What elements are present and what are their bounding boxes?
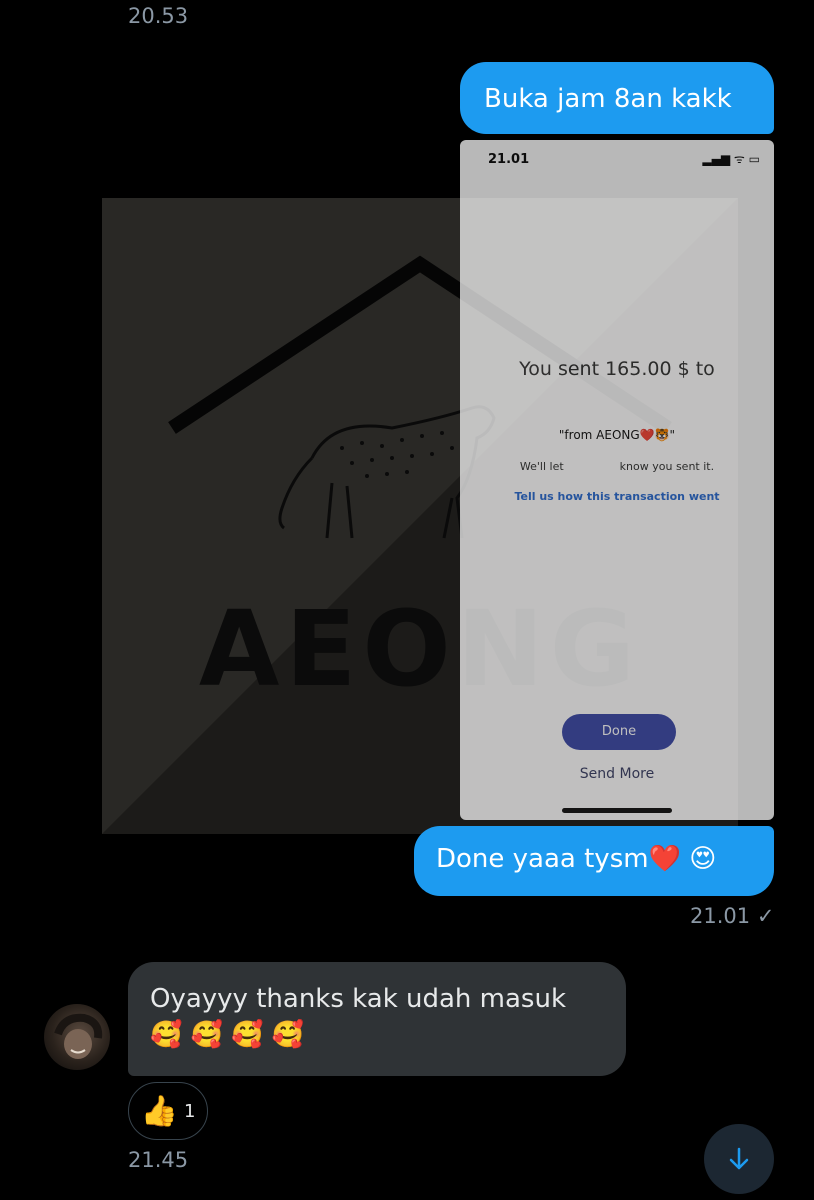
reaction-count: 1 — [183, 1100, 196, 1122]
done-button[interactable]: Done — [562, 714, 676, 750]
outgoing-message[interactable]: Buka jam 8an kakk — [460, 62, 774, 134]
arrow-down-icon — [729, 1147, 749, 1170]
reaction-pill[interactable]: 👍 1 — [128, 1082, 208, 1140]
phone-clock: 21.01 — [488, 152, 530, 167]
send-more-link[interactable]: Send More — [460, 766, 774, 782]
avatar[interactable] — [44, 1004, 110, 1070]
payment-screenshot-image[interactable]: 21.01 ▂▄▆ ᯤ ▭ You sent 165.00 $ to "from… — [460, 140, 774, 820]
incoming-message[interactable]: Oyayyy thanks kak udah masuk 🥰 🥰 🥰 🥰 — [128, 962, 626, 1076]
thumbs-up-icon: 👍 — [140, 1093, 178, 1129]
timestamp-bottom: 21.45 — [128, 1148, 189, 1172]
face-icon — [54, 1013, 103, 1059]
payment-note: "from AEONG❤️🐯" — [558, 428, 676, 442]
timestamp-top: 20.53 — [128, 4, 189, 28]
feedback-link[interactable]: Tell us how this transaction went — [460, 490, 774, 503]
sent-amount-text: You sent 165.00 $ to — [519, 358, 715, 380]
message-text: Done yaaa tysm❤️ 😍 — [436, 844, 717, 874]
scroll-down-button[interactable] — [704, 1124, 774, 1194]
timestamp-sent: 21.01 ✓ — [690, 904, 775, 928]
phone-status-icons: ▂▄▆ ᯤ ▭ — [702, 152, 760, 166]
read-receipt-icon: ✓ — [756, 904, 775, 928]
outgoing-message[interactable]: Done yaaa tysm❤️ 😍 — [414, 826, 774, 896]
home-indicator — [562, 808, 672, 813]
message-text: Buka jam 8an kakk — [484, 84, 732, 114]
message-emojis: 🥰 🥰 🥰 🥰 — [150, 1020, 305, 1050]
message-text: Oyayyy thanks kak udah masuk — [150, 984, 567, 1014]
notify-text: We'll let know you sent it. — [519, 460, 715, 473]
